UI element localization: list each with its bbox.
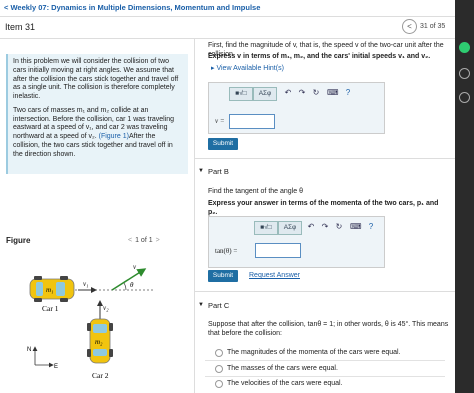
partB-separator <box>195 158 455 159</box>
partC-option-3-label[interactable]: The velocities of the cars were equal. <box>227 380 343 389</box>
partA-help-icon[interactable]: ? <box>343 87 353 99</box>
partB-templates-button[interactable]: ■√□ <box>254 221 278 235</box>
partB-answer-input[interactable] <box>255 243 301 258</box>
partC-option-1-radio[interactable] <box>215 349 223 357</box>
status-icon[interactable] <box>459 42 470 53</box>
partB-greek-button[interactable]: AΣφ <box>278 221 302 235</box>
figure-prev-icon[interactable]: < <box>128 237 132 244</box>
partB-submit-button[interactable]: Submit <box>208 270 238 282</box>
m1-label: m₁ <box>46 286 54 294</box>
figure-count: 1 of 1 <box>135 237 153 244</box>
option-divider <box>205 376 445 377</box>
right-panel: First, find the magnitude of v, that is,… <box>195 38 455 393</box>
partA-keyboard-icon[interactable]: ⌨ <box>327 87 339 99</box>
partA-input-label: v = <box>215 117 225 125</box>
theta-arc <box>123 282 127 291</box>
partA-answer-box: ■√□ AΣφ ↶ ↷ ↻ ⌨ ? v = <box>208 82 385 134</box>
partB-instruction: Express your answer in terms of the mome… <box>208 200 439 216</box>
side-toolbar <box>455 0 474 393</box>
partA-toolbar: ■√□ AΣφ ↶ ↷ ↻ ⌨ ? <box>229 87 379 101</box>
collision-figure: m₁ m₂ Car 1 Car 2 v v₁ v₂ θ N E <box>27 263 155 380</box>
partB-undo-icon[interactable]: ↶ <box>306 221 316 233</box>
car1-label: Car 1 <box>42 304 59 313</box>
left-panel: In this problem we will consider the col… <box>0 38 195 393</box>
back-link[interactable]: < Weekly 07: Dynamics in Multiple Dimens… <box>4 3 260 12</box>
theta-label: θ <box>130 281 134 289</box>
partA-submit-button[interactable]: Submit <box>208 138 238 150</box>
figure-nav: <1 of 1 > <box>125 237 163 244</box>
partA-hints-link[interactable]: ▸ View Available Hint(s) <box>211 65 284 74</box>
compass-n-label: N <box>27 347 31 353</box>
intro-box: In this problem we will consider the col… <box>6 54 188 174</box>
partA-instruction: Express v in terms of m₁, m₂, and the ca… <box>208 53 431 60</box>
item-title: Item 31 <box>5 22 36 32</box>
partB-input-label: tan(θ) = <box>215 247 238 255</box>
partC-option-2-radio[interactable] <box>215 365 223 373</box>
partB-answer-box: ■√□ AΣφ ↶ ↷ ↻ ⌨ ? tan(θ) = <box>208 216 385 268</box>
settings-icon[interactable] <box>459 92 470 103</box>
partB-collapse-icon[interactable]: ▼ <box>198 168 204 174</box>
partC-option-1-label[interactable]: The magnitudes of the momenta of the car… <box>227 349 401 358</box>
partB-toolbar: ■√□ AΣφ ↶ ↷ ↻ ⌨ ? <box>254 221 384 235</box>
page-indicator: 31 of 35 <box>420 23 446 30</box>
v1-label: v₁ <box>83 280 89 288</box>
partB-keyboard-icon[interactable]: ⌨ <box>350 221 362 233</box>
option-divider <box>205 360 445 361</box>
partC-option-2-label[interactable]: The masses of the cars were equal. <box>227 365 338 374</box>
partB-request-answer-link[interactable]: Request Answer <box>249 272 300 281</box>
partA-reset-icon[interactable]: ↻ <box>311 87 321 99</box>
compass-e-label: E <box>54 364 58 370</box>
item-header: Item 31 < 31 of 35 <box>0 16 455 39</box>
partA-greek-button[interactable]: AΣφ <box>253 87 277 101</box>
partA-undo-icon[interactable]: ↶ <box>283 87 293 99</box>
partB-help-icon[interactable]: ? <box>366 221 376 233</box>
v-label: v <box>133 263 137 271</box>
partC-option-3-radio[interactable] <box>215 380 223 388</box>
partC-header[interactable]: Part C <box>208 301 229 310</box>
intro-paragraph-2: Two cars of masses m₁ and m₂ collide at … <box>13 107 183 160</box>
prev-item-button[interactable]: < <box>402 19 417 34</box>
partA-templates-button[interactable]: ■√□ <box>229 87 253 101</box>
intro-paragraph-1: In this problem we will consider the col… <box>13 58 179 100</box>
v2-label: v₂ <box>103 304 109 312</box>
user-icon[interactable] <box>459 68 470 79</box>
partB-header[interactable]: Part B <box>208 167 229 176</box>
partB-redo-icon[interactable]: ↷ <box>320 221 330 233</box>
figure-next-icon[interactable]: > <box>156 237 160 244</box>
m2-label: m₂ <box>95 338 103 346</box>
figure-title: Figure <box>6 236 31 245</box>
partC-collapse-icon[interactable]: ▼ <box>198 302 204 308</box>
velocity-after-arrow <box>111 268 147 291</box>
top-bar: < Weekly 07: Dynamics in Multiple Dimens… <box>0 0 455 17</box>
car2-label: Car 2 <box>92 371 109 380</box>
partA-answer-input[interactable] <box>229 114 275 129</box>
figure-link[interactable]: (Figure 1) <box>99 133 129 140</box>
partB-reset-icon[interactable]: ↻ <box>334 221 344 233</box>
partA-redo-icon[interactable]: ↷ <box>297 87 307 99</box>
partC-question: Suppose that after the collision, tanθ =… <box>208 321 449 337</box>
partB-question: Find the tangent of the angle θ <box>208 188 303 195</box>
partC-separator <box>195 291 455 292</box>
